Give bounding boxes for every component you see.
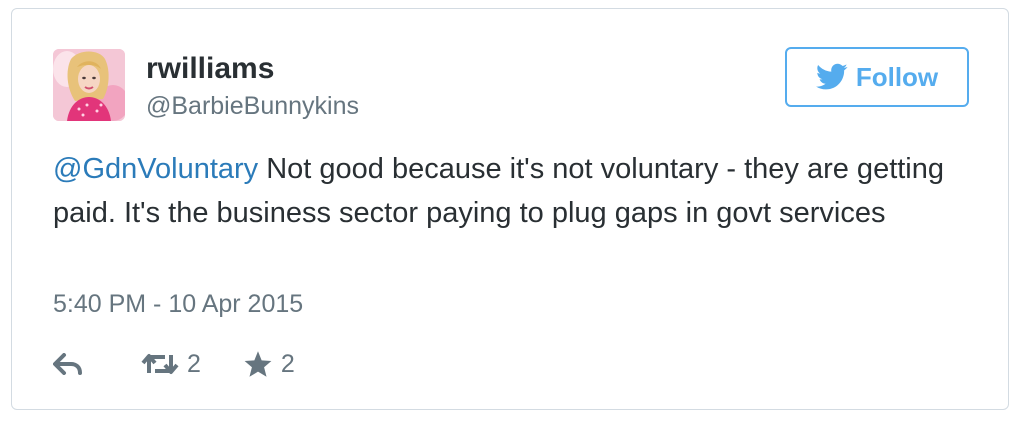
user-handle[interactable]: @BarbieBunnykins: [146, 91, 359, 121]
reply-button[interactable]: [53, 353, 89, 375]
tweet-card: rwilliams @BarbieBunnykins Follow @GdnVo…: [11, 8, 1009, 410]
retweet-button[interactable]: 2: [141, 350, 201, 379]
twitter-bird-icon: [815, 63, 848, 90]
star-icon: [244, 351, 272, 377]
reply-icon: [53, 353, 82, 375]
retweet-count: 2: [187, 349, 201, 378]
user-name[interactable]: rwilliams: [146, 51, 274, 87]
mention-link[interactable]: @GdnVoluntary: [53, 153, 258, 185]
retweet-icon: [141, 354, 179, 374]
follow-button[interactable]: Follow: [785, 47, 969, 107]
tweet-text: @GdnVoluntary Not good because it's not …: [53, 147, 963, 235]
tweet-timestamp[interactable]: 5:40 PM - 10 Apr 2015: [53, 289, 303, 319]
favorite-button[interactable]: 2: [243, 350, 295, 379]
avatar-image: [53, 49, 125, 121]
follow-label: Follow: [855, 61, 939, 92]
favorite-count: 2: [280, 349, 295, 378]
tweet-actions: 2 2: [53, 347, 295, 381]
avatar[interactable]: [53, 49, 125, 121]
